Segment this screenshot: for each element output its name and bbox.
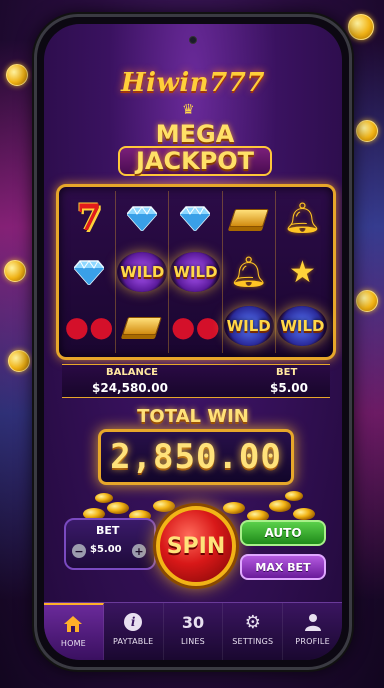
floating-coin [356,290,378,312]
nav-item-profile[interactable]: PROFILE [283,603,342,660]
reel-cell: ●● [63,299,117,353]
reel-cell: ★ [276,245,329,299]
balance-value: $24,580.00 [92,381,168,395]
bet-label: BET [276,367,298,378]
gold-bar-icon [228,209,269,227]
floating-coin [356,120,378,142]
floating-coin [6,64,28,86]
floating-coin [348,14,374,40]
total-win-value: 2,850.00 [110,437,282,477]
slot-reels: 7 🔔︎ WILD WILD 🔔︎ ★ ●● ●● WILD WILD [56,184,336,360]
reel-cell: 7 [63,191,117,245]
user-icon [304,611,322,633]
reel-cell [116,299,170,353]
floating-coin [8,350,30,372]
bet-decrease-button[interactable]: − [72,544,86,558]
auto-spin-button[interactable]: AUTO [240,520,326,546]
nav-label-paytable: PAYTABLE [113,637,154,646]
stats-bar: BALANCE $24,580.00 BET $5.00 [62,364,330,398]
jackpot-title-line1: MEGA [155,120,235,148]
home-icon [63,613,83,635]
seven-symbol: 7 [76,197,102,239]
reel-cell [169,191,223,245]
total-win-display: 2,850.00 [98,429,294,485]
reel-cell: ●● [169,299,223,353]
spin-button[interactable]: SPIN [156,506,236,586]
reel-cell [116,191,170,245]
reel-cell: WILD [276,299,329,353]
bet-amount: $5.00 [90,544,122,555]
diamond-icon [73,259,106,287]
bet-control-panel: BET − $5.00 + [64,518,156,570]
game-screen: Hiwin777 ♛ MEGA JACKPOT 7 🔔︎ WILD WILD 🔔… [44,24,342,660]
nav-item-paytable[interactable]: i PAYTABLE [104,603,164,660]
nav-label-profile: PROFILE [295,637,330,646]
reel-cell: 🔔︎ [223,245,276,299]
wild-symbol: WILD [117,252,168,292]
cherry-icon: ●● [64,309,114,343]
bet-panel-label: BET [96,524,120,537]
gear-icon: ⚙ [244,611,261,633]
bell-icon: 🔔︎ [229,254,268,290]
front-camera [189,36,197,44]
diamond-icon [179,205,212,233]
nav-label-lines: LINES [181,637,205,646]
wild-symbol: WILD [170,252,221,292]
diamond-icon [126,205,159,233]
reel-cell: WILD [169,245,223,299]
nav-label-settings: SETTINGS [232,637,274,646]
max-bet-button[interactable]: MAX BET [240,554,326,580]
bet-increase-button[interactable]: + [132,544,146,558]
crown-icon: ♛ [182,102,195,118]
wild-symbol: WILD [277,306,328,346]
reel-cell [223,191,276,245]
balance-label: BALANCE [106,367,159,378]
jackpot-title-line2: JACKPOT [118,146,272,176]
phone-frame: Hiwin777 ♛ MEGA JACKPOT 7 🔔︎ WILD WILD 🔔… [34,14,352,670]
reel-cell: WILD [223,299,276,353]
nav-item-lines[interactable]: 30 LINES [164,603,224,660]
bell-icon: 🔔︎ [283,200,322,236]
bottom-nav: HOME i PAYTABLE 30 LINES ⚙ SETTINGS PROF… [44,602,342,660]
wild-symbol: WILD [223,306,274,346]
info-icon: i [124,611,143,633]
bet-value: $5.00 [270,381,308,395]
star-icon: ★ [288,254,316,290]
reel-cell: 🔔︎ [276,191,329,245]
nav-item-settings[interactable]: ⚙ SETTINGS [223,603,284,660]
floating-coin [4,260,26,282]
total-win-title: TOTAL WIN [137,406,249,427]
mega-jackpot-banner: ♛ MEGA JACKPOT [114,102,276,186]
nav-item-home[interactable]: HOME [44,603,104,660]
reel-cell: WILD [116,245,170,299]
app-logo: Hiwin777 [121,68,265,98]
nav-label-home: HOME [60,639,86,648]
gold-bar-icon [122,317,163,335]
reel-cell [63,245,117,299]
cherry-icon: ●● [171,309,220,343]
lines-count: 30 [181,612,205,632]
